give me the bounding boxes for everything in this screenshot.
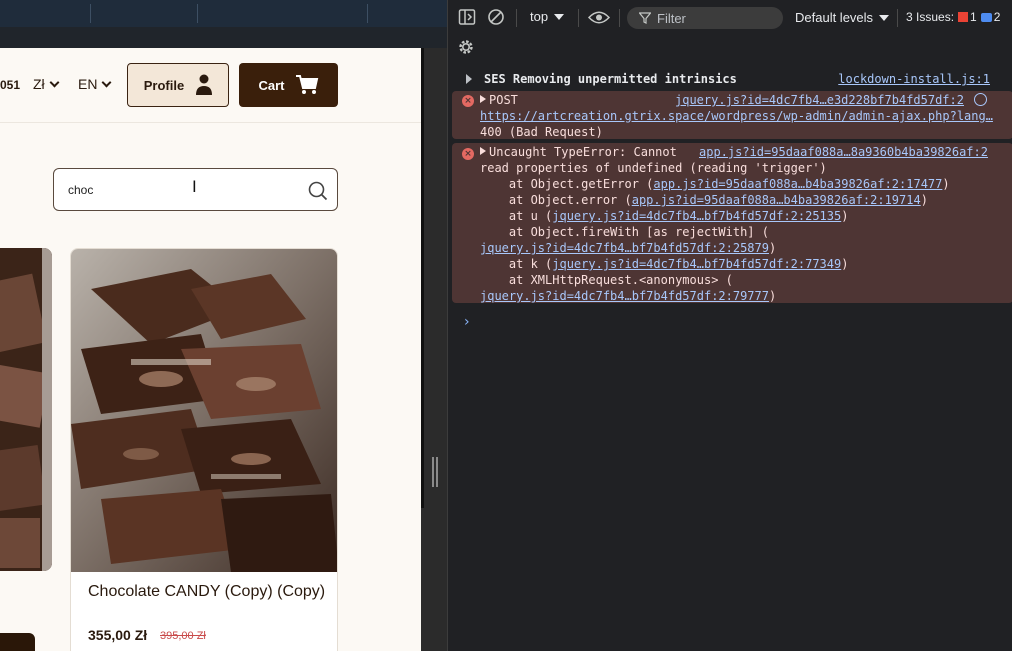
stack-frame: jquery.js?id=4dc7fb4…bf7b4fd57df:2:79777… <box>480 289 777 303</box>
filter-icon <box>639 12 651 24</box>
currency-select[interactable]: Zł <box>33 76 60 92</box>
network-globe-icon[interactable] <box>974 93 987 106</box>
product-old-price: 395,00 Zł <box>160 630 206 642</box>
browser-bar <box>0 27 447 48</box>
search-input[interactable] <box>68 179 298 201</box>
chevron-down-icon <box>49 77 60 87</box>
dropdown-arrow-icon <box>879 14 890 21</box>
console-toolbar: top Filter Default levels 3 Issues: 1 2 <box>448 0 1012 36</box>
message-text: SES Removing unpermitted intrinsics <box>484 72 737 86</box>
product-card[interactable]: Chocolate CANDY (Copy) (Copy) 355,00 Zł … <box>70 248 338 651</box>
toolbar-divider <box>619 9 620 27</box>
console-error-post: × POST jquery.js?id=4dc7fb4…e3d228bf7b4f… <box>452 91 1012 139</box>
typeerror-line2: read properties of undefined (reading 't… <box>480 161 827 175</box>
context-label: top <box>530 9 549 24</box>
sidebar-toggle-icon[interactable] <box>458 8 476 26</box>
console-error-typeerror: × Uncaught TypeError: Cannot app.js?id=9… <box>452 143 1012 303</box>
shop-page: 051 Zł EN Profile Cart choc I Chocolate … <box>0 48 421 651</box>
message-source-link[interactable]: lockdown-install.js:1 <box>838 72 990 86</box>
panel-divider <box>421 48 447 651</box>
stack-link[interactable]: jquery.js?id=4dc7fb4…bf7b4fd57df:2:77349 <box>552 257 841 271</box>
browser-tab-strip <box>0 0 447 27</box>
console-prompt-icon[interactable]: › <box>464 314 470 330</box>
tab-divider <box>90 4 91 23</box>
stack-frame: jquery.js?id=4dc7fb4…bf7b4fd57df:2:25879… <box>480 241 777 255</box>
chevron-down-icon <box>102 77 112 87</box>
search-icon[interactable] <box>308 181 328 201</box>
tab-divider <box>367 4 368 23</box>
language-select[interactable]: EN <box>78 76 112 92</box>
expand-arrow-icon[interactable] <box>480 95 486 103</box>
dropdown-arrow-icon <box>554 13 565 20</box>
expand-arrow-icon[interactable] <box>480 147 486 155</box>
currency-label: Zł <box>33 76 45 92</box>
issues-message-count: 2 <box>993 10 1001 24</box>
log-levels-select[interactable]: Default levels <box>795 10 890 25</box>
stack-frame: at u (jquery.js?id=4dc7fb4…bf7b4fd57df:2… <box>480 209 849 223</box>
cart-button[interactable]: Cart <box>239 63 338 107</box>
post-method[interactable]: POST <box>480 93 518 107</box>
language-label: EN <box>78 76 98 92</box>
typeerror-head[interactable]: Uncaught TypeError: Cannot <box>480 145 677 159</box>
stack-link[interactable]: jquery.js?id=4dc7fb4…bf7b4fd57df:2:25879 <box>480 241 769 255</box>
site-header: 051 Zł EN Profile Cart <box>0 48 421 123</box>
profile-label: Profile <box>143 77 185 93</box>
add-to-cart-button-partial[interactable] <box>0 633 35 651</box>
error-icon: × <box>462 95 474 107</box>
message-icon <box>980 12 992 22</box>
product-image-partial[interactable] <box>0 248 52 571</box>
devtools-console: top Filter Default levels 3 Issues: 1 2 … <box>447 0 1012 651</box>
issues-error-count: 1 <box>970 10 977 24</box>
cart-label: Cart <box>258 77 285 93</box>
resize-handle[interactable] <box>432 457 439 487</box>
gear-icon[interactable] <box>457 38 475 56</box>
product-price: 355,00 Zł <box>88 627 148 643</box>
stack-frame: at k (jquery.js?id=4dc7fb4…bf7b4fd57df:2… <box>480 257 849 271</box>
expand-arrow-icon[interactable] <box>466 74 472 84</box>
cart-icon <box>295 75 318 94</box>
filter-input[interactable]: Filter <box>627 7 783 29</box>
eye-icon[interactable] <box>588 10 610 25</box>
levels-label: Default levels <box>795 10 874 25</box>
product-search: I <box>53 168 338 211</box>
issues-label: 3 Issues: <box>906 10 955 24</box>
error-icon: × <box>462 148 474 160</box>
error-flag-icon <box>958 12 969 22</box>
nav-phone-fragment: 051 <box>0 78 21 92</box>
stack-link[interactable]: app.js?id=95daaf088a…b4ba39826af:2:17477 <box>653 177 942 191</box>
page-scrollbar[interactable] <box>421 48 424 508</box>
profile-button[interactable]: Profile <box>127 63 229 107</box>
console-message-info[interactable]: SES Removing unpermitted intrinsics lock… <box>452 67 1012 91</box>
post-source-link[interactable]: jquery.js?id=4dc7fb4…e3d228bf7b4fd57df:2 <box>675 93 964 107</box>
console-settings-row <box>448 36 1012 64</box>
stack-frame: at XMLHttpRequest.<anonymous> ( <box>480 273 733 287</box>
issues-button[interactable]: 3 Issues: 1 2 <box>906 10 1000 24</box>
toolbar-divider <box>578 9 579 27</box>
clear-console-icon[interactable] <box>487 8 505 26</box>
filter-placeholder: Filter <box>657 10 686 26</box>
typeerror-source-link[interactable]: app.js?id=95daaf088a…8a9360b4ba39826af:2 <box>699 145 988 159</box>
stack-frame: at Object.getError (app.js?id=95daaf088a… <box>480 177 950 191</box>
toolbar-divider <box>897 9 898 27</box>
stack-link[interactable]: app.js?id=95daaf088a…b4ba39826af:2:19714 <box>632 193 921 207</box>
stack-link[interactable]: jquery.js?id=4dc7fb4…bf7b4fd57df:2:25135 <box>552 209 841 223</box>
website-viewport: 051 Zł EN Profile Cart choc I Chocolate … <box>0 0 447 651</box>
tab-divider <box>197 4 198 23</box>
stack-frame: at Object.fireWith [as rejectWith] ( <box>480 225 769 239</box>
text-cursor-icon: I <box>192 177 197 196</box>
post-status: 400 (Bad Request) <box>480 125 603 139</box>
stack-frame: at Object.error (app.js?id=95daaf088a…b4… <box>480 193 928 207</box>
user-icon <box>196 74 213 95</box>
toolbar-divider <box>516 9 517 27</box>
product-image[interactable] <box>71 249 338 572</box>
product-title[interactable]: Chocolate CANDY (Copy) (Copy) <box>88 581 328 602</box>
issues-message-badge: 2 <box>980 10 1001 24</box>
context-select[interactable]: top <box>530 9 565 24</box>
post-url-link[interactable]: https://artcreation.gtrix.space/wordpres… <box>480 109 1000 123</box>
stack-link[interactable]: jquery.js?id=4dc7fb4…bf7b4fd57df:2:79777 <box>480 289 769 303</box>
issues-error-badge: 1 <box>958 10 977 24</box>
